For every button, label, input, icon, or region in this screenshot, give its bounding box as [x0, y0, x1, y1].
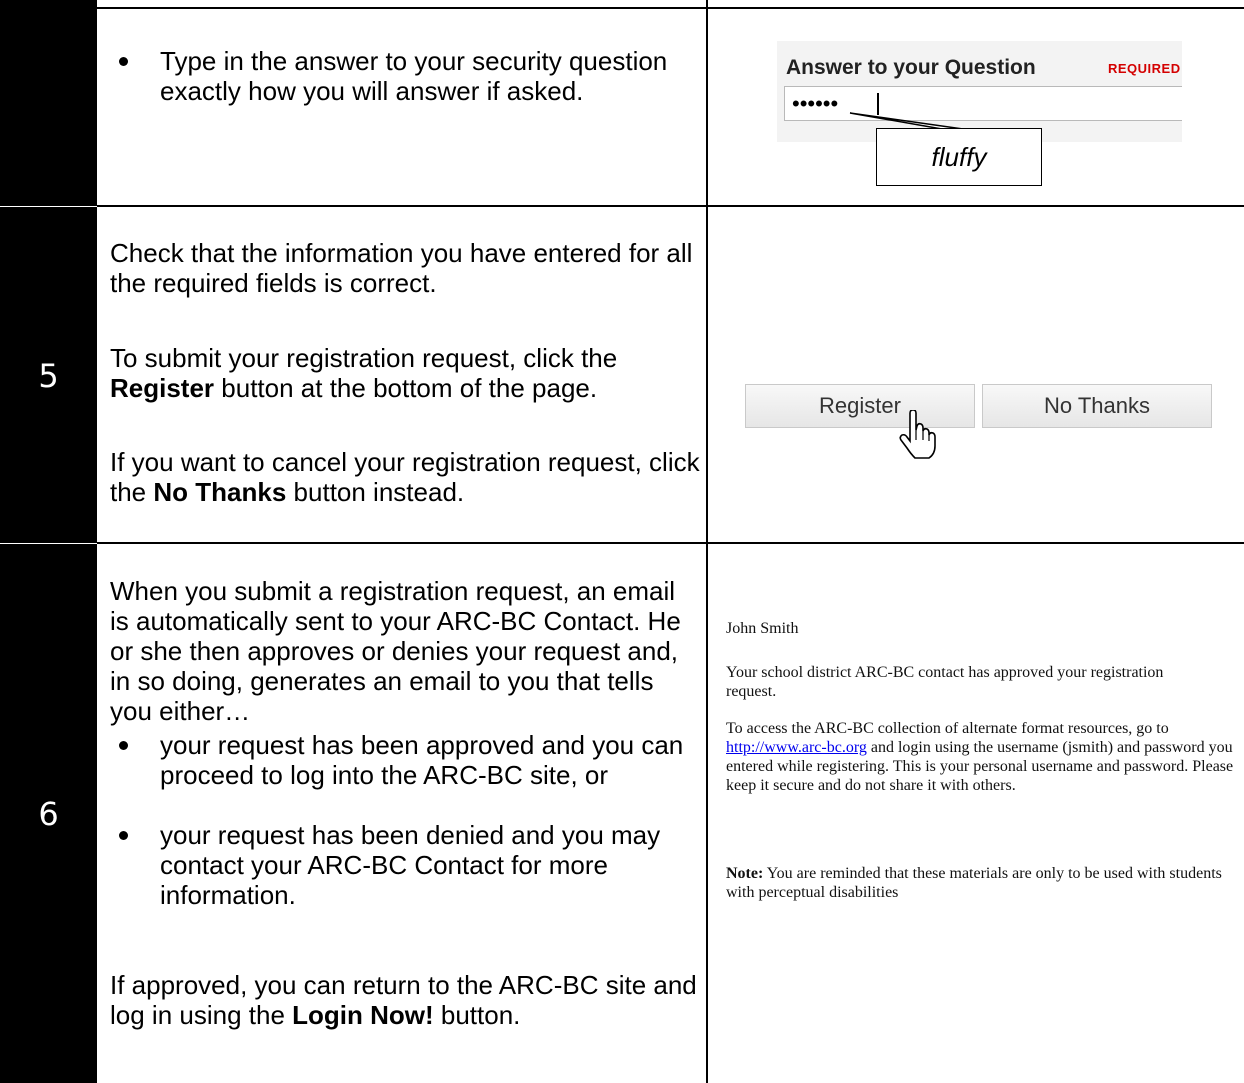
- instruction-cell: When you submit a registration request, …: [97, 544, 708, 1083]
- email-paragraph: To access the ARC-BC collection of alter…: [726, 719, 1236, 795]
- step-number: 6: [38, 795, 59, 833]
- register-term: Register: [110, 373, 215, 403]
- instruction-paragraph: When you submit a registration request, …: [110, 576, 681, 726]
- instruction-paragraph: Check that the information you have ente…: [110, 238, 693, 298]
- instruction-cell: Type in the answer to your security ques…: [97, 0, 708, 206]
- text-segment: To access the ARC-BC collection of alter…: [726, 720, 1169, 737]
- instruction-bullet: Type in the answer to your security ques…: [160, 46, 668, 106]
- email-paragraph: Your school district ARC-BC contact has …: [726, 664, 1164, 700]
- instruction-paragraph: If approved, you can return to the ARC-B…: [110, 970, 700, 1030]
- answer-callout: fluffy: [876, 128, 1042, 186]
- instruction-bullet: your request has been denied and you may…: [160, 820, 661, 910]
- note-label: Note:: [726, 865, 764, 882]
- text-segment: To submit your registration request, cli…: [110, 343, 618, 373]
- bullet-dot: [119, 57, 128, 66]
- text-segment: button.: [440, 1000, 521, 1030]
- arc-bc-link[interactable]: http://www.arc-bc.org: [726, 739, 867, 756]
- instruction-cell: Check that the information you have ente…: [97, 207, 708, 543]
- step-number-cell: 6: [0, 544, 97, 1083]
- email-recipient-name: John Smith: [726, 620, 799, 637]
- step-number: 5: [38, 357, 59, 395]
- bullet-dot: [119, 741, 128, 750]
- table-row-security-answer: Type in the answer to your security ques…: [0, 0, 1244, 206]
- instruction-paragraph: If you want to cancel your registration …: [110, 447, 700, 507]
- table-row-step-6: 6 When you submit a registration request…: [0, 544, 1244, 1083]
- instruction-bullet: your request has been approved and you c…: [160, 730, 684, 790]
- text-segment: button instead.: [293, 477, 465, 507]
- no-thanks-term: No Thanks: [153, 477, 287, 507]
- step-number-cell: [0, 0, 97, 206]
- screenshot-cell: Answer to your Question REQUIRED •••••• …: [708, 0, 1244, 206]
- no-thanks-button[interactable]: No Thanks: [982, 384, 1212, 428]
- bullet-dot: [119, 831, 128, 840]
- step-number-cell: 5: [0, 207, 97, 543]
- email-note: Note: You are reminded that these materi…: [726, 864, 1236, 902]
- note-text: You are reminded that these materials ar…: [726, 865, 1222, 901]
- table-row-step-5: 5 Check that the information you have en…: [0, 207, 1244, 543]
- email-screenshot-cell: John Smith Your school district ARC-BC c…: [708, 544, 1244, 1083]
- instruction-paragraph: To submit your registration request, cli…: [110, 343, 700, 403]
- text-segment: button at the bottom of the page.: [221, 373, 598, 403]
- hand-pointer-icon: [899, 410, 936, 459]
- register-button[interactable]: Register: [745, 384, 975, 428]
- screenshot-cell: Register No Thanks: [708, 207, 1244, 543]
- login-now-term: Login Now!: [292, 1000, 434, 1030]
